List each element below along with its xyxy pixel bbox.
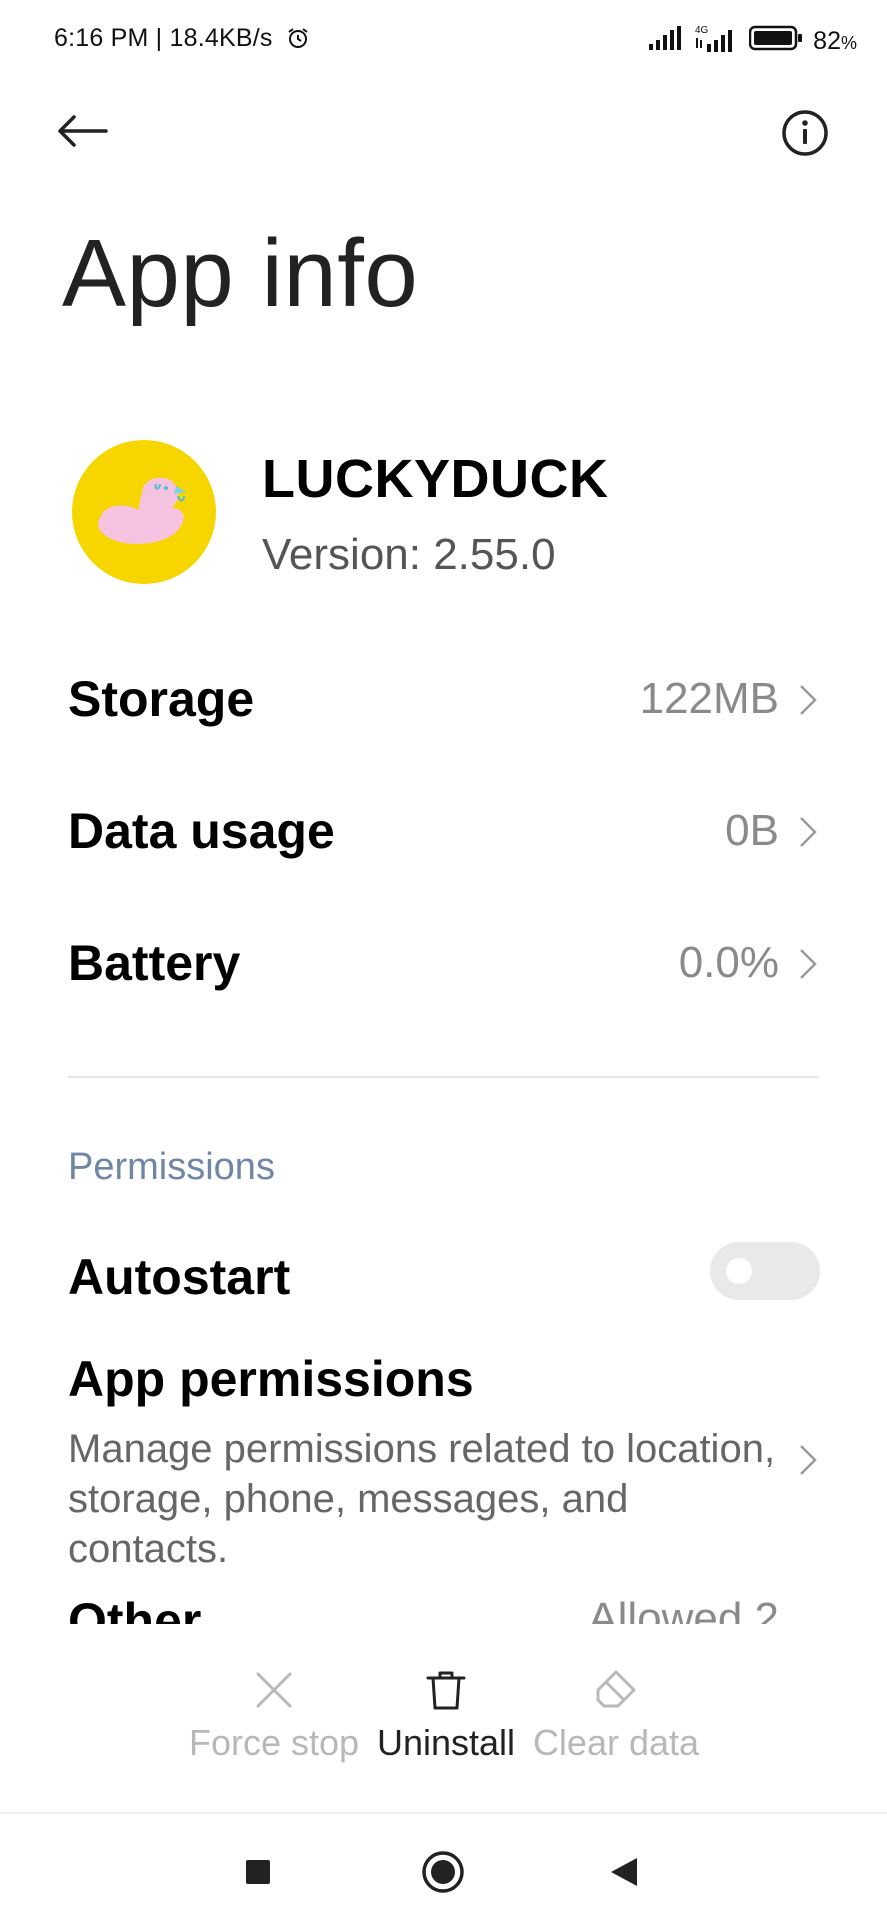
battery-icon	[748, 25, 803, 58]
recents-button[interactable]	[228, 1846, 288, 1902]
duck-icon	[98, 477, 186, 544]
4g-signal-icon: 4G	[693, 24, 739, 59]
info-button[interactable]	[778, 106, 832, 160]
signal-icon	[649, 26, 683, 57]
square-icon	[244, 1858, 272, 1891]
home-button[interactable]	[413, 1846, 473, 1902]
storage-label: Storage	[68, 671, 255, 727]
nav-divider	[0, 1812, 887, 1814]
close-icon	[252, 1668, 296, 1712]
data-usage-value: 0B	[725, 806, 779, 855]
storage-row[interactable]: Storage 122MB	[0, 640, 887, 760]
toggle-knob	[726, 1258, 752, 1284]
other-value: Allowed 2	[588, 1594, 779, 1624]
info-icon	[778, 110, 832, 164]
chevron-right-icon	[797, 814, 819, 850]
svg-text:4G: 4G	[695, 25, 709, 36]
autostart-label: Autostart	[68, 1249, 291, 1305]
triangle-back-icon	[609, 1856, 639, 1893]
page-title: App info	[62, 220, 419, 327]
back-nav-button[interactable]	[594, 1846, 654, 1902]
chevron-right-icon	[797, 946, 819, 982]
app-icon	[72, 440, 216, 584]
battery-row[interactable]: Battery 0.0%	[0, 904, 887, 1024]
status-bar-right: 4G 82%	[649, 24, 857, 59]
section-divider	[68, 1076, 819, 1078]
chevron-right-icon[interactable]	[797, 1442, 819, 1483]
clear-data-button[interactable]: Clear data	[516, 1668, 716, 1764]
back-button[interactable]	[56, 108, 116, 158]
status-time: 6:16 PM	[54, 24, 149, 52]
app-name: LUCKYDUCK	[262, 449, 609, 509]
uninstall-label: Uninstall	[376, 1722, 516, 1763]
app-permissions-description: Manage permissions related to location, …	[68, 1427, 776, 1571]
other-row[interactable]: Other Allowed 2	[0, 1580, 887, 1624]
app-permissions-title[interactable]: App permissions	[68, 1350, 474, 1408]
clear-data-label: Clear data	[532, 1722, 700, 1763]
alarm-icon	[286, 26, 310, 57]
eraser-icon	[594, 1668, 638, 1712]
storage-value: 122MB	[639, 674, 779, 723]
status-bar-left: 6:16 PM | 18.4KB/s	[54, 24, 310, 57]
autostart-toggle[interactable]	[710, 1242, 820, 1300]
chevron-right-icon	[797, 682, 819, 718]
permissions-section-label: Permissions	[68, 1146, 275, 1188]
back-arrow-icon	[56, 114, 108, 153]
trash-icon	[424, 1668, 468, 1712]
home-circle-icon	[421, 1850, 465, 1899]
force-stop-label: Force stop	[188, 1722, 360, 1763]
force-stop-button[interactable]: Force stop	[174, 1668, 374, 1764]
other-label: Other	[68, 1593, 202, 1624]
battery-value: 0.0%	[678, 938, 779, 987]
status-separator: |	[155, 24, 163, 52]
status-net-speed: 18.4KB/s	[169, 24, 273, 52]
battery-percent: 82%	[813, 27, 857, 55]
app-version: Version: 2.55.0	[262, 530, 556, 579]
data-usage-row[interactable]: Data usage 0B	[0, 772, 887, 892]
data-usage-label: Data usage	[68, 803, 335, 859]
battery-label: Battery	[68, 935, 241, 991]
